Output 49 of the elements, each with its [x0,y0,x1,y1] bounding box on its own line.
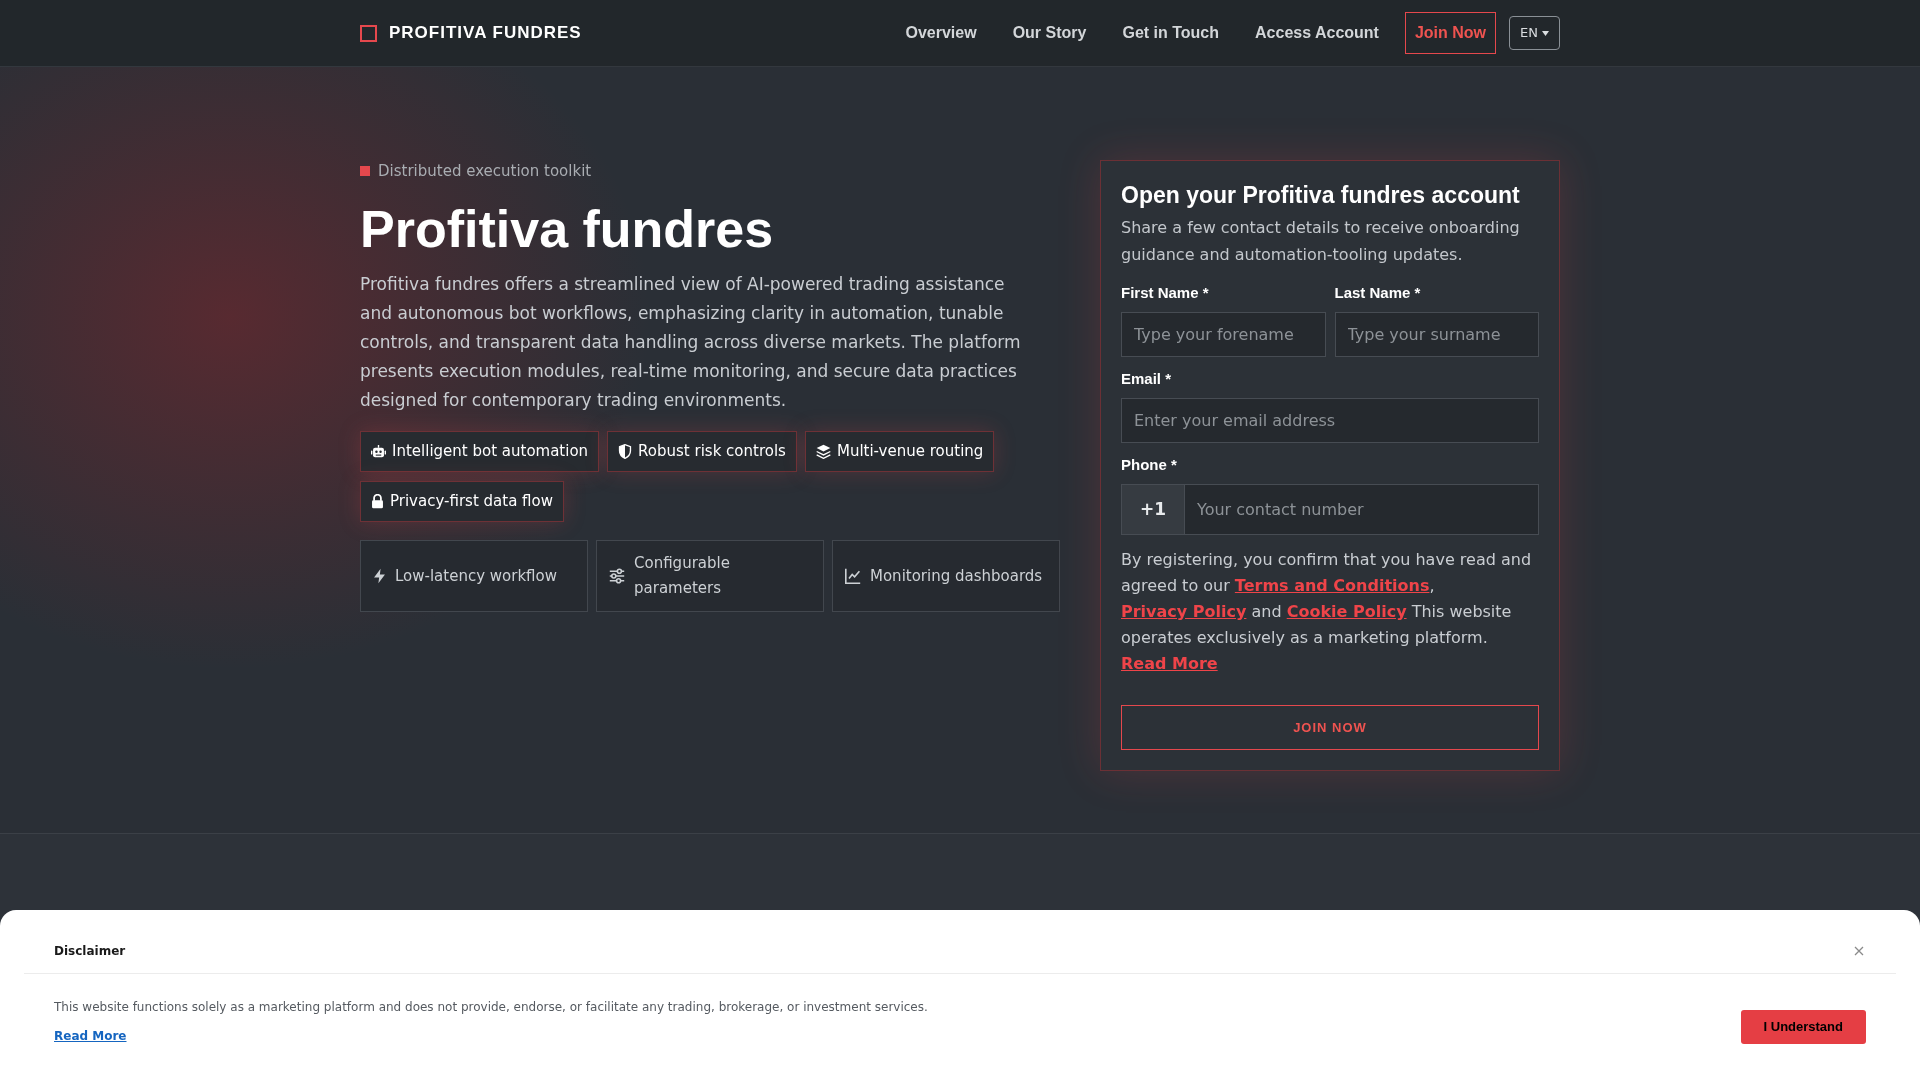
phone-field[interactable]: Your contact number [1185,484,1539,535]
logo-icon [360,24,377,42]
lightning-bolt-icon [373,568,386,584]
brand-name: PROFITIVA FUNDRES [389,22,582,45]
inline-link[interactable]: Read More [1121,654,1218,673]
robot-icon [371,444,386,459]
email-field[interactable]: Enter your email address [1121,398,1539,443]
disclaimer-text: This website functions solely as a marketing platform and does not provide, endorse, or facilitate any trading, brokerage, or investment services. [54,999,928,1016]
hero-title: Profitiva fundres [360,199,775,260]
disclaimer-title: Disclaimer [54,943,126,960]
join-button[interactable]: JOIN NOW [1121,705,1539,750]
form-subtitle: Share a few contact details to receive onboarding guidance and automation-tooling updates. [1121,217,1521,266]
field-label: Phone * [1121,456,1178,474]
nav-link[interactable]: Access Account [1255,21,1379,45]
name-field[interactable]: Type your surname [1334,312,1539,357]
nav-link[interactable]: Our Story [1012,21,1087,45]
language-selector[interactable]: EN [1509,16,1560,50]
field-label: Last Name * [1334,284,1422,302]
inline-link[interactable]: Cookie Policy [1286,602,1407,621]
lock-icon [371,494,384,509]
shield-icon [618,444,633,459]
feature-label: Configurable parameters [634,553,731,599]
close-icon[interactable] [1854,946,1864,956]
understand-button[interactable]: I Understand [1740,1010,1866,1044]
tag-label: Multi-venue routing [836,441,984,463]
join-button[interactable]: Join Now [1404,12,1497,54]
read-more-link[interactable]: Read More [54,1027,127,1045]
form-title: Open your Profitiva fundres account [1121,181,1521,209]
tag-label: Intelligent bot automation [392,441,589,463]
caret-icon [1542,30,1549,36]
field-label: Email * [1121,370,1173,388]
sliders-icon [609,568,625,584]
country-code: +1 [1121,484,1185,535]
line-chart-icon [845,568,861,584]
name-field[interactable]: Type your forename [1121,312,1326,357]
nav-link[interactable]: Get in Touch [1122,21,1220,45]
nav-link[interactable]: Overview [905,21,977,45]
layers-icon [815,444,831,459]
eyebrow-text: Distributed execution toolkit [378,160,592,182]
inline-link[interactable]: Privacy Policy [1121,602,1247,621]
inline-link[interactable]: Terms and Conditions [1234,576,1430,595]
tag-label: Robust risk controls [638,441,786,463]
field-label: First Name * [1121,284,1210,302]
feature-label: Low-latency workflow [395,565,557,587]
feature-label: Monitoring dashboards [870,565,1043,587]
square-bullet-icon [360,166,370,176]
hero-description: Profitiva fundres offers a streamlined view of AI-powered trading assistance and autonomous bot workflows, emphasizing clarity in automation, tunable controls, and transparent data handling across diverse markets. The platform presents execution modules, real-time monitoring, and secure data practices designed for contemporary trading environments. [360,273,1022,412]
consent-text: By registering, you confirm that you have read and agreed to our Terms and Conditions, Privacy Policy and Cookie Policy This website operates exclusively as a marketing platform. Read More [1121,549,1533,675]
tag-label: Privacy-first data flow [390,491,553,513]
